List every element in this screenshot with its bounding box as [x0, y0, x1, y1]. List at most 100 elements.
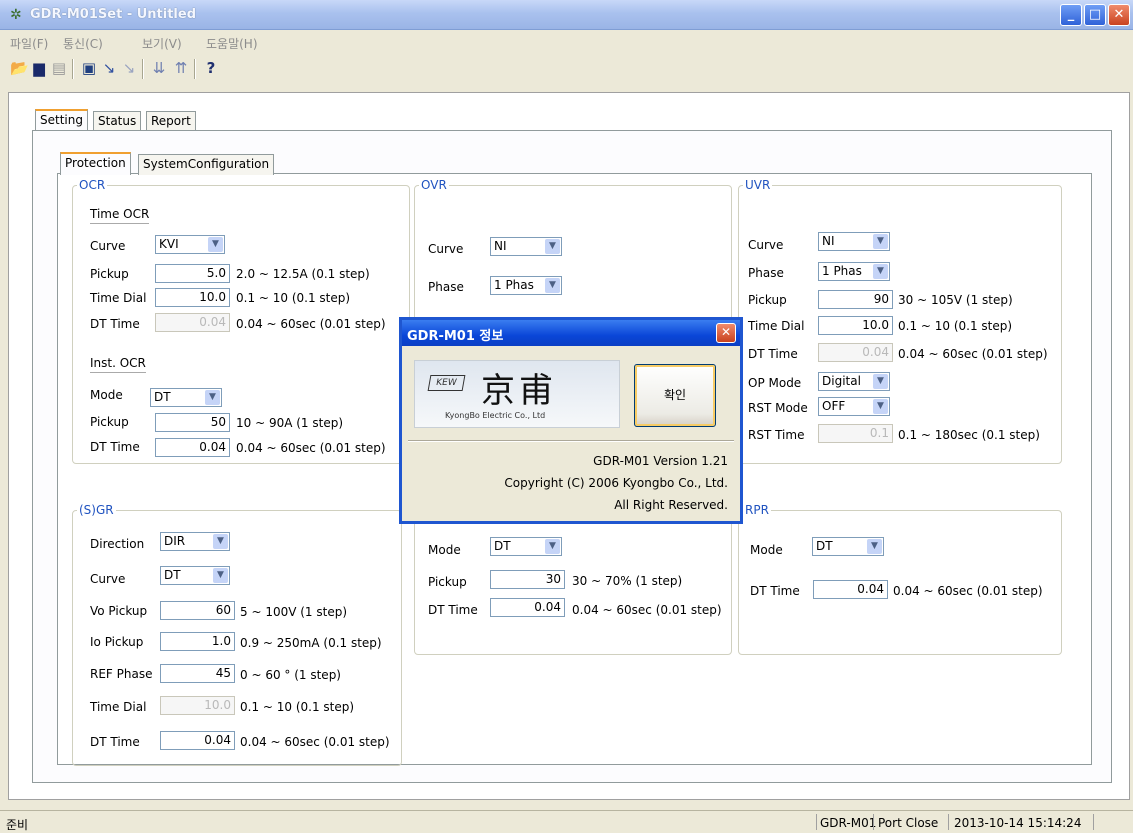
sgr-legend: (S)GR: [79, 503, 114, 517]
download-icon[interactable]: ⇊: [150, 58, 168, 78]
sgr-dttime-input[interactable]: 0.04: [160, 731, 235, 750]
uvr-rstmode-select[interactable]: OFF ▼: [818, 397, 890, 416]
rpr-legend: RPR: [745, 503, 769, 517]
ocr-curve-label: Curve: [90, 239, 126, 253]
chevron-down-icon: ▼: [873, 399, 888, 414]
inst-pickup-input[interactable]: 50: [155, 413, 230, 432]
logo-company: KyongBo Electric Co., Ltd: [445, 411, 546, 420]
sgr-dttime-range: 0.04 ~ 60sec (0.01 step): [240, 735, 390, 749]
menu-comm[interactable]: 통신(C): [63, 35, 103, 52]
status-datetime: 2013-10-14 15:14:24: [954, 816, 1082, 830]
status-divider: [873, 814, 874, 830]
help-icon[interactable]: ?: [202, 58, 220, 78]
menu-view[interactable]: 보기(V): [142, 35, 182, 52]
tab-system-configuration[interactable]: SystemConfiguration: [138, 154, 275, 175]
sgr-timedial-range: 0.1 ~ 10 (0.1 step): [240, 700, 355, 714]
tab-status[interactable]: Status: [93, 111, 142, 132]
ocr-pickup-input[interactable]: 5.0: [155, 264, 230, 283]
maximize-button[interactable]: □: [1084, 4, 1106, 26]
upload-icon[interactable]: ⇈: [172, 58, 190, 78]
status-divider: [816, 814, 817, 830]
mid-pickup-input[interactable]: 30: [490, 570, 565, 589]
tab-report[interactable]: Report: [146, 111, 196, 132]
rpr-mode-select[interactable]: DT ▼: [812, 537, 884, 556]
mid-dttime-input[interactable]: 0.04: [490, 598, 565, 617]
document-icon[interactable]: ▤: [50, 58, 68, 78]
ocr-timedial-label: Time Dial: [90, 291, 147, 305]
ocr-pickup-label: Pickup: [90, 267, 129, 281]
time-ocr-title: Time OCR: [90, 207, 150, 224]
inst-dttime-input[interactable]: 0.04: [155, 438, 230, 457]
close-button[interactable]: ✕: [1108, 4, 1130, 26]
menu-help[interactable]: 도움말(H): [206, 35, 258, 52]
uvr-curve-select[interactable]: NI ▼: [818, 232, 890, 251]
minimize-button[interactable]: _: [1060, 4, 1082, 26]
sgr-curve-select[interactable]: DT ▼: [160, 566, 230, 585]
status-bar: 준비 GDR-M01 Port Close 2013-10-14 15:14:2…: [0, 810, 1133, 833]
version-text: GDR-M01 Version 1.21: [593, 454, 728, 468]
sgr-vo-range: 5 ~ 100V (1 step): [240, 605, 348, 619]
dialog-close-button[interactable]: ✕: [716, 323, 736, 343]
chevron-down-icon: ▼: [208, 237, 223, 252]
ocr-legend: OCR: [79, 178, 106, 192]
dialog-divider: [408, 440, 734, 442]
ovr-curve-select[interactable]: NI ▼: [490, 237, 562, 256]
sgr-io-input[interactable]: 1.0: [160, 632, 235, 651]
tab-protection[interactable]: Protection: [60, 152, 131, 175]
sgr-direction-select[interactable]: DIR ▼: [160, 532, 230, 551]
sgr-vo-input[interactable]: 60: [160, 601, 235, 620]
uvr-rstmode-value: OFF: [822, 399, 846, 413]
connect-icon[interactable]: ▣: [80, 58, 98, 78]
uvr-dttime-input[interactable]: 0.04: [818, 343, 893, 362]
sgr-timedial-label: Time Dial: [90, 700, 147, 714]
inst-mode-select[interactable]: DT ▼: [150, 388, 222, 407]
about-dialog: GDR-M01 정보 ✕ KEW 京甫 KyongBo Electric Co.…: [399, 317, 743, 524]
ok-button[interactable]: 확인: [634, 364, 716, 427]
rpr-mode-value: DT: [816, 539, 833, 553]
uvr-phase-select[interactable]: 1 Phas ▼: [818, 262, 890, 281]
title-bar: ✲ GDR-M01Set - Untitled _ □ ✕: [0, 0, 1133, 30]
app-icon: ✲: [10, 7, 22, 23]
ovr-phase-select[interactable]: 1 Phas ▼: [490, 276, 562, 295]
ocr-timedial-input[interactable]: 10.0: [155, 288, 230, 307]
chevron-down-icon: ▼: [213, 534, 228, 549]
ovr-phase-label: Phase: [428, 280, 464, 294]
inst-ocr-title: Inst. OCR: [90, 356, 146, 373]
mid-dttime-range: 0.04 ~ 60sec (0.01 step): [572, 603, 722, 617]
chevron-down-icon: ▼: [873, 234, 888, 249]
uvr-rsttime-input[interactable]: 0.1: [818, 424, 893, 443]
rpr-dttime-label: DT Time: [750, 584, 800, 598]
sgr-direction-value: DIR: [164, 534, 186, 548]
tab-setting[interactable]: Setting: [35, 109, 88, 132]
sgr-curve-value: DT: [164, 568, 181, 582]
uvr-phase-value: 1 Phas: [822, 264, 862, 278]
sgr-ref-input[interactable]: 45: [160, 664, 235, 683]
uvr-timedial-label: Time Dial: [748, 319, 805, 333]
uvr-timedial-input[interactable]: 10.0: [818, 316, 893, 335]
mid-mode-select[interactable]: DT ▼: [490, 537, 562, 556]
open-icon[interactable]: 📂: [10, 58, 29, 78]
rights-text: All Right Reserved.: [614, 498, 728, 512]
toolbar-separator: [194, 59, 196, 79]
company-logo: KEW 京甫 KyongBo Electric Co., Ltd: [414, 360, 620, 428]
rpr-dttime-input[interactable]: 0.04: [813, 580, 888, 599]
ocr-dttime-input[interactable]: 0.04: [155, 313, 230, 332]
menu-file[interactable]: 파일(F): [10, 35, 48, 52]
uvr-timedial-range: 0.1 ~ 10 (0.1 step): [898, 319, 1013, 333]
chevron-down-icon: ▼: [545, 239, 560, 254]
uvr-rstmode-label: RST Mode: [748, 401, 808, 415]
save-icon[interactable]: ▆: [30, 58, 48, 78]
link-icon[interactable]: ↘: [100, 58, 118, 78]
inst-dttime-label: DT Time: [90, 440, 140, 454]
toolbar-separator: [72, 59, 74, 79]
uvr-pickup-input[interactable]: 90: [818, 290, 893, 309]
ocr-curve-select[interactable]: KVI ▼: [155, 235, 225, 254]
dialog-title: GDR-M01 정보: [402, 320, 740, 346]
sgr-ref-label: REF Phase: [90, 667, 153, 681]
unlink-icon[interactable]: ↘: [120, 58, 138, 78]
rpr-dttime-range: 0.04 ~ 60sec (0.01 step): [893, 584, 1043, 598]
uvr-opmode-select[interactable]: Digital ▼: [818, 372, 890, 391]
sgr-timedial-input[interactable]: 10.0: [160, 696, 235, 715]
chevron-down-icon: ▼: [205, 390, 220, 405]
sgr-io-label: Io Pickup: [90, 635, 144, 649]
